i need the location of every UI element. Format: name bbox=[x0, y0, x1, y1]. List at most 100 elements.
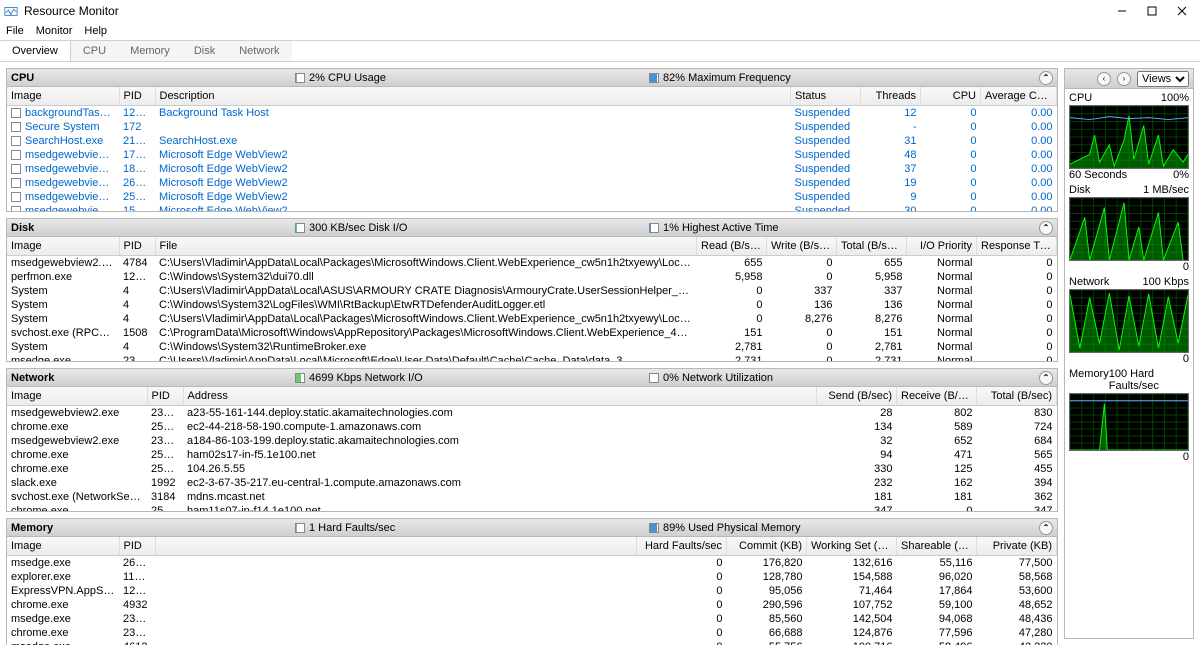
col-threads[interactable]: Threads bbox=[861, 87, 921, 105]
table-row[interactable]: svchost.exe (RPCSS -p)1508C:\ProgramData… bbox=[7, 326, 1057, 340]
cpu-panel-header[interactable]: CPU 2% CPU Usage 82% Maximum Frequency ⌃ bbox=[7, 69, 1057, 87]
collapse-icon[interactable]: ⌃ bbox=[1039, 221, 1053, 235]
row-checkbox[interactable] bbox=[11, 150, 21, 160]
table-row[interactable]: msedge.exe23424085,560142,50494,06848,43… bbox=[7, 612, 1057, 626]
disk-io-label: 300 KB/sec Disk I/O bbox=[309, 222, 407, 234]
minimize-button[interactable] bbox=[1116, 5, 1128, 17]
table-row[interactable]: backgroundTaskHost.exe12224Background Ta… bbox=[7, 105, 1057, 120]
col-hf[interactable]: Hard Faults/sec bbox=[637, 537, 727, 555]
col-pid[interactable]: PID bbox=[147, 387, 183, 405]
menu-bar: File Monitor Help bbox=[0, 22, 1200, 40]
table-row[interactable]: explorer.exe113560128,780154,58896,02058… bbox=[7, 570, 1057, 584]
table-row[interactable]: System4C:\Windows\System32\LogFiles\WMI\… bbox=[7, 298, 1057, 312]
graph-prev-icon[interactable]: ‹ bbox=[1097, 72, 1111, 86]
row-checkbox[interactable] bbox=[11, 178, 21, 188]
table-row[interactable]: svchost.exe (NetworkService -p)3184mdns.… bbox=[7, 490, 1057, 504]
maximize-button[interactable] bbox=[1146, 5, 1158, 17]
col-recv[interactable]: Receive (B/sec) bbox=[897, 387, 977, 405]
row-checkbox[interactable] bbox=[11, 122, 21, 132]
table-row[interactable]: SearchHost.exe21380SearchHost.exeSuspend… bbox=[7, 134, 1057, 148]
row-checkbox[interactable] bbox=[11, 108, 21, 118]
col-pid[interactable]: PID bbox=[119, 237, 155, 255]
cpu-usage-icon bbox=[295, 73, 305, 83]
app-icon bbox=[4, 4, 18, 18]
col-image[interactable]: Image bbox=[7, 237, 119, 255]
col-image[interactable]: Image bbox=[7, 387, 147, 405]
tab-strip: Overview CPU Memory Disk Network bbox=[0, 40, 1200, 62]
table-row[interactable]: System4C:\Users\Vladimir\AppData\Local\A… bbox=[7, 284, 1057, 298]
col-status[interactable]: Status bbox=[791, 87, 861, 105]
table-row[interactable]: msedgewebview2.exe26348Microsoft Edge We… bbox=[7, 176, 1057, 190]
col-commit[interactable]: Commit (KB) bbox=[727, 537, 807, 555]
tab-disk[interactable]: Disk bbox=[182, 41, 227, 61]
graph-mem-max: 100 Hard Faults/sec bbox=[1109, 368, 1189, 392]
table-row[interactable]: msedge.exe23720C:\Users\Vladimir\AppData… bbox=[7, 354, 1057, 362]
col-image[interactable]: Image bbox=[7, 537, 119, 555]
col-resp[interactable]: Response Tim... bbox=[977, 237, 1057, 255]
row-checkbox[interactable] bbox=[11, 206, 21, 211]
mem-hf-icon bbox=[295, 523, 305, 533]
table-row[interactable]: chrome.exe25688104.26.5.55330125455 bbox=[7, 462, 1057, 476]
table-row[interactable]: Secure System172Suspended-00.00 bbox=[7, 120, 1057, 134]
tab-cpu[interactable]: CPU bbox=[71, 41, 118, 61]
col-prio[interactable]: I/O Priority bbox=[907, 237, 977, 255]
col-pid[interactable]: PID bbox=[119, 87, 155, 105]
col-priv[interactable]: Private (KB) bbox=[977, 537, 1057, 555]
col-read[interactable]: Read (B/sec) bbox=[697, 237, 767, 255]
table-row[interactable]: perfmon.exe12900C:\Windows\System32\dui7… bbox=[7, 270, 1057, 284]
tab-overview[interactable]: Overview bbox=[0, 41, 71, 61]
table-row[interactable]: chrome.exe25688ham02s17-in-f5.1e100.net9… bbox=[7, 448, 1057, 462]
table-row[interactable]: msedge.exe263920176,820132,61655,11677,5… bbox=[7, 555, 1057, 570]
cpu-freq-label: 82% Maximum Frequency bbox=[663, 72, 791, 84]
cpu-panel: CPU 2% CPU Usage 82% Maximum Frequency ⌃… bbox=[6, 68, 1058, 212]
col-ws[interactable]: Working Set (KB) bbox=[807, 537, 897, 555]
views-dropdown[interactable]: Views bbox=[1137, 71, 1189, 87]
collapse-icon[interactable]: ⌃ bbox=[1039, 371, 1053, 385]
collapse-icon[interactable]: ⌃ bbox=[1039, 521, 1053, 535]
col-cpu[interactable]: CPU bbox=[921, 87, 981, 105]
mem-hf-label: 1 Hard Faults/sec bbox=[309, 522, 395, 534]
table-row[interactable]: chrome.exe25688ham11s07-in-f14.1e100.net… bbox=[7, 504, 1057, 512]
table-row[interactable]: msedge.exe4612055,756100,71658,49642,220 bbox=[7, 640, 1057, 645]
disk-panel-header[interactable]: Disk 300 KB/sec Disk I/O 1% Highest Acti… bbox=[7, 219, 1057, 237]
table-row[interactable]: msedgewebview2.exe17016Microsoft Edge We… bbox=[7, 148, 1057, 162]
col-send[interactable]: Send (B/sec) bbox=[817, 387, 897, 405]
menu-file[interactable]: File bbox=[6, 25, 24, 37]
table-row[interactable]: msedgewebview2.exe25464Microsoft Edge We… bbox=[7, 190, 1057, 204]
table-row[interactable]: chrome.exe49320290,596107,75259,10048,65… bbox=[7, 598, 1057, 612]
menu-monitor[interactable]: Monitor bbox=[36, 25, 73, 37]
row-checkbox[interactable] bbox=[11, 136, 21, 146]
table-row[interactable]: msedgewebview2.exe23772a23-55-161-144.de… bbox=[7, 405, 1057, 420]
col-write[interactable]: Write (B/sec) bbox=[767, 237, 837, 255]
row-checkbox[interactable] bbox=[11, 164, 21, 174]
col-pid[interactable]: PID bbox=[119, 537, 155, 555]
col-total[interactable]: Total (B/sec) bbox=[977, 387, 1057, 405]
table-row[interactable]: msedgewebview2.exe18848Microsoft Edge We… bbox=[7, 162, 1057, 176]
table-row[interactable]: System4C:\Windows\System32\RuntimeBroker… bbox=[7, 340, 1057, 354]
tab-memory[interactable]: Memory bbox=[118, 41, 182, 61]
table-row[interactable]: msedgewebview2.exe23772a184-86-103-199.d… bbox=[7, 434, 1057, 448]
col-file[interactable]: File bbox=[155, 237, 697, 255]
col-addr[interactable]: Address bbox=[183, 387, 817, 405]
table-row[interactable]: slack.exe1992ec2-3-67-35-217.eu-central-… bbox=[7, 476, 1057, 490]
menu-help[interactable]: Help bbox=[84, 25, 107, 37]
table-row[interactable]: msedgewebview2.exe15540Microsoft Edge We… bbox=[7, 204, 1057, 212]
row-checkbox[interactable] bbox=[11, 192, 21, 202]
tab-network[interactable]: Network bbox=[227, 41, 291, 61]
table-row[interactable]: chrome.exe23508066,688124,87677,59647,28… bbox=[7, 626, 1057, 640]
network-panel-header[interactable]: Network 4699 Kbps Network I/O 0% Network… bbox=[7, 369, 1057, 387]
network-table: Image PID Address Send (B/sec) Receive (… bbox=[7, 387, 1057, 511]
col-desc[interactable]: Description bbox=[155, 87, 791, 105]
col-avg[interactable]: Average CPU bbox=[981, 87, 1057, 105]
table-row[interactable]: chrome.exe25688ec2-44-218-58-190.compute… bbox=[7, 420, 1057, 434]
col-share[interactable]: Shareable (KB) bbox=[897, 537, 977, 555]
table-row[interactable]: ExpressVPN.AppService.exe12536095,05671,… bbox=[7, 584, 1057, 598]
table-row[interactable]: System4C:\Users\Vladimir\AppData\Local\P… bbox=[7, 312, 1057, 326]
col-total[interactable]: Total (B/sec) bbox=[837, 237, 907, 255]
table-row[interactable]: msedgewebview2.exe4784C:\Users\Vladimir\… bbox=[7, 255, 1057, 270]
graph-next-icon[interactable]: › bbox=[1117, 72, 1131, 86]
col-image[interactable]: Image bbox=[7, 87, 119, 105]
close-button[interactable] bbox=[1176, 5, 1188, 17]
collapse-icon[interactable]: ⌃ bbox=[1039, 71, 1053, 85]
memory-panel-header[interactable]: Memory 1 Hard Faults/sec 89% Used Physic… bbox=[7, 519, 1057, 537]
